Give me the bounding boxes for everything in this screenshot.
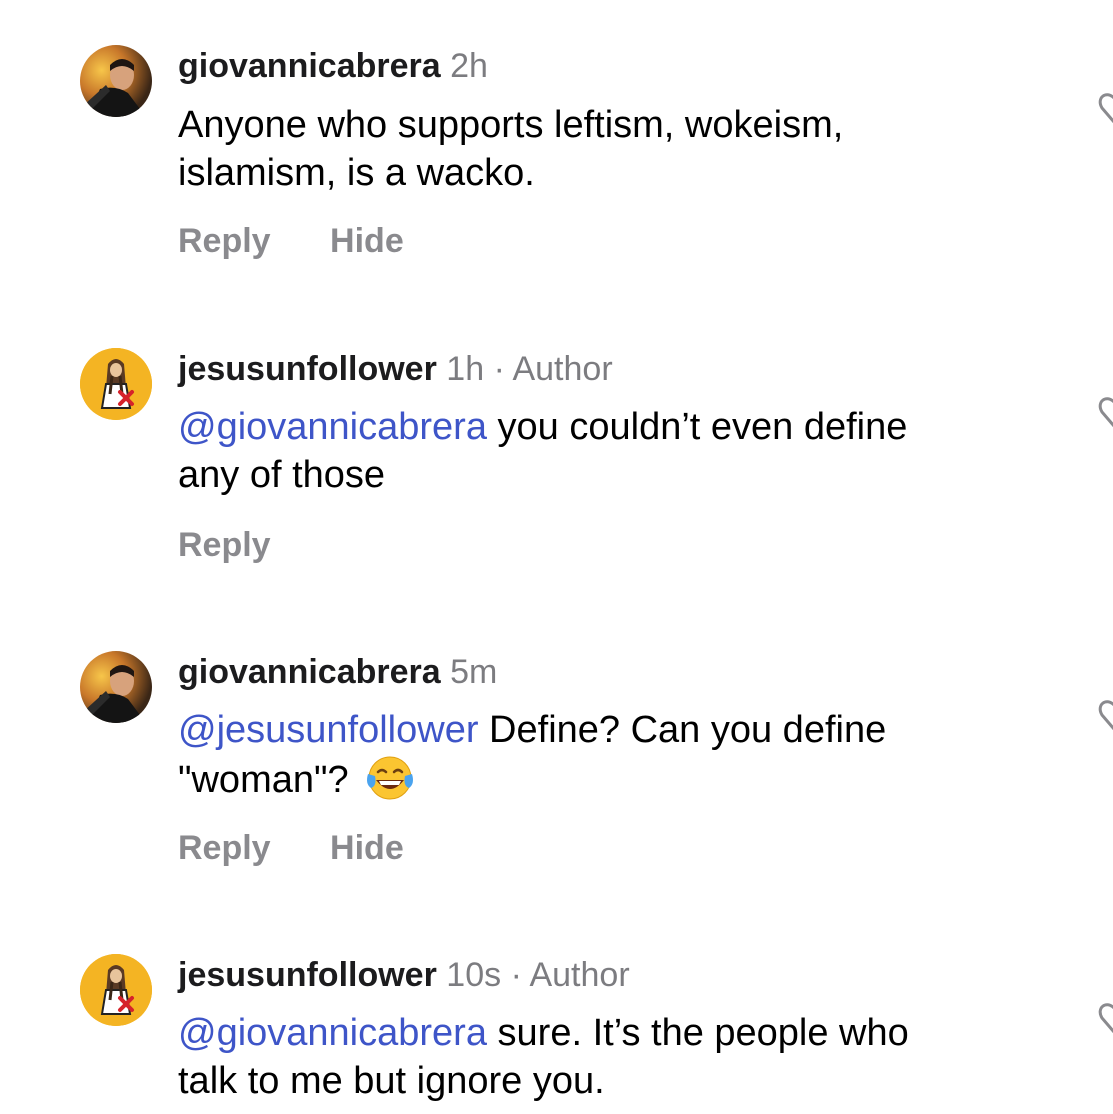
comment-meta: giovannicabrera 5m — [178, 652, 497, 692]
comment-text: @jesusunfollower Define? Can you define … — [178, 706, 1038, 804]
reply-button[interactable]: Reply — [178, 525, 271, 565]
hide-button[interactable]: Hide — [330, 828, 404, 868]
avatar[interactable] — [80, 45, 152, 117]
username[interactable]: giovannicabrera — [178, 653, 441, 691]
comment-text-segment: you couldn’t even define — [486, 406, 908, 448]
author-badge: Author — [529, 956, 630, 994]
meta-separator: · — [510, 956, 522, 994]
heart-outline-icon[interactable] — [1098, 699, 1113, 731]
reply-button[interactable]: Reply — [178, 828, 271, 868]
comment-text-segment: sure. It’s the people who — [486, 1012, 909, 1054]
comment-text: @giovannicabrera sure. It’s the people w… — [178, 1009, 1038, 1105]
comment-meta: jesusunfollower 1h · Author — [178, 349, 613, 389]
mention-link[interactable]: @giovannicabrera — [178, 1012, 487, 1054]
comment-text-line: islamism, is a wacko. — [178, 152, 535, 194]
comment-actions: Reply — [178, 525, 271, 565]
comment-text-line: "woman"? — [178, 754, 1038, 804]
username[interactable]: jesusunfollower — [178, 956, 437, 994]
avatar[interactable] — [80, 651, 152, 723]
comment-text-line: Anyone who supports leftism, wokeism, — [178, 104, 844, 146]
comment-meta: giovannicabrera 2h — [178, 46, 488, 86]
comment-text: @giovannicabrera you couldn’t even defin… — [178, 403, 1038, 499]
username[interactable]: giovannicabrera — [178, 47, 441, 85]
comment-text-line: @jesusunfollower Define? Can you define — [178, 706, 1038, 754]
comment-text: Anyone who supports leftism, wokeism, is… — [178, 101, 1038, 197]
comment-text-line: any of those — [178, 454, 386, 496]
avatar[interactable] — [80, 954, 152, 1026]
heart-outline-icon[interactable] — [1098, 1002, 1113, 1034]
username[interactable]: jesusunfollower — [178, 350, 437, 388]
timestamp: 10s — [446, 956, 502, 994]
comment-text-line: @giovannicabrera you couldn’t even defin… — [178, 403, 1038, 451]
heart-outline-icon[interactable] — [1098, 396, 1113, 428]
comment-actions: Reply Hide — [178, 828, 404, 868]
comment-meta: jesusunfollower 10s · Author — [178, 955, 630, 995]
timestamp: 1h — [446, 350, 485, 388]
mention-link[interactable]: @jesusunfollower — [178, 709, 479, 751]
hide-button[interactable]: Hide — [330, 221, 404, 261]
comment-text-segment: "woman"? — [178, 759, 349, 801]
comment-actions: Reply Hide — [178, 221, 404, 261]
comment-text-line: @giovannicabrera sure. It’s the people w… — [178, 1009, 1038, 1057]
mention-link[interactable]: @giovannicabrera — [178, 406, 487, 448]
heart-outline-icon[interactable] — [1098, 92, 1113, 124]
reply-button[interactable]: Reply — [178, 221, 271, 261]
avatar[interactable] — [80, 348, 152, 420]
tears-of-joy-emoji-icon — [367, 756, 414, 800]
meta-separator: · — [493, 350, 505, 388]
timestamp: 5m — [450, 653, 498, 691]
author-badge: Author — [512, 350, 613, 388]
comment-text-line: talk to me but ignore you. — [178, 1060, 605, 1102]
comment-text-segment: Define? Can you define — [478, 709, 887, 751]
timestamp: 2h — [450, 47, 488, 85]
